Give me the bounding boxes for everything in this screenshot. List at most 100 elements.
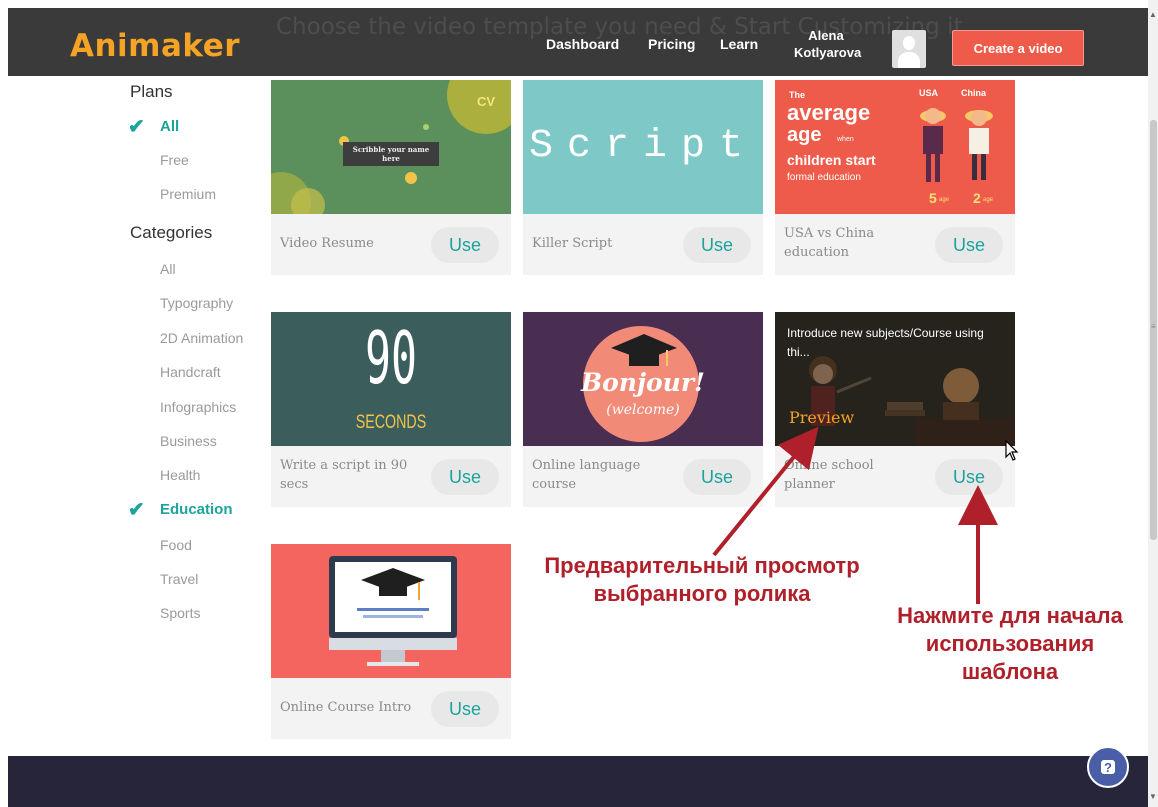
use-template-button[interactable]: Use bbox=[935, 459, 1003, 495]
top-navbar: Choose the video template you need & Sta… bbox=[8, 8, 1148, 76]
thumb-text: The bbox=[789, 90, 806, 100]
template-title: Online school planner bbox=[784, 458, 874, 492]
template-thumbnail[interactable]: Introduce new subjects/Course using thi.… bbox=[775, 312, 1015, 446]
scroll-down-arrow-icon[interactable]: ▼ bbox=[1149, 792, 1157, 801]
categories-heading: Categories bbox=[130, 223, 213, 242]
thumb-text: formal education bbox=[787, 172, 861, 183]
use-template-button[interactable]: Use bbox=[431, 227, 499, 263]
monitor-illustration bbox=[329, 556, 457, 666]
use-template-button[interactable]: Use bbox=[935, 227, 1003, 263]
avatar-shoulders bbox=[898, 52, 920, 68]
bonjour-text: Bonjour! bbox=[580, 368, 706, 397]
create-video-button[interactable]: Create a video bbox=[952, 30, 1084, 66]
category-business[interactable]: Business bbox=[160, 433, 217, 449]
card-footer: Online school planner Use bbox=[775, 446, 1015, 507]
template-card-90-secs: 90 SECONDS Write a script in 90 secs Use bbox=[271, 312, 511, 507]
category-2d-animation[interactable]: 2D Animation bbox=[160, 330, 243, 346]
category-travel[interactable]: Travel bbox=[160, 571, 198, 587]
nav-learn[interactable]: Learn bbox=[720, 36, 758, 52]
preview-annotation: Предварительный просмотр выбранного роли… bbox=[512, 552, 892, 608]
template-title: Write a script in 90 secs bbox=[280, 458, 408, 492]
template-thumbnail[interactable]: Script bbox=[523, 80, 763, 214]
template-thumbnail[interactable]: The average age when children start form… bbox=[775, 80, 1015, 214]
card-footer: Killer Script Use bbox=[523, 214, 763, 275]
big-number: 90 bbox=[364, 316, 418, 400]
page-heading-behind-header: Choose the video template you need & Sta… bbox=[276, 14, 963, 40]
use-template-button[interactable]: Use bbox=[683, 459, 751, 495]
template-thumbnail[interactable]: CV Scribble your name here bbox=[271, 80, 511, 214]
decor-dot bbox=[423, 124, 429, 130]
nav-pricing[interactable]: Pricing bbox=[648, 36, 695, 52]
template-card-video-resume: CV Scribble your name here Video Resume … bbox=[271, 80, 511, 275]
decor-circle bbox=[291, 188, 325, 214]
template-title: Video Resume bbox=[280, 236, 374, 251]
card-footer: Video Resume Use bbox=[271, 214, 511, 275]
thumb-text: average bbox=[787, 100, 871, 125]
template-title: Online language course bbox=[532, 458, 641, 492]
age-unit: age bbox=[939, 197, 950, 203]
age-unit: age bbox=[983, 197, 994, 203]
template-title: Killer Script bbox=[532, 236, 613, 251]
plan-all[interactable]: All bbox=[160, 118, 179, 135]
annotation-line: шаблона bbox=[961, 659, 1059, 684]
annotation-line: Нажмите для начала bbox=[897, 603, 1123, 628]
china-label: China bbox=[961, 88, 987, 98]
seconds-label: SECONDS bbox=[355, 412, 427, 433]
category-food[interactable]: Food bbox=[160, 537, 192, 553]
help-chat-button[interactable]: ? bbox=[1087, 746, 1129, 788]
preview-link[interactable]: Preview bbox=[789, 408, 854, 427]
template-thumbnail[interactable]: Bonjour! (welcome) bbox=[523, 312, 763, 446]
annotation-line: выбранного ролика bbox=[593, 581, 811, 606]
avatar[interactable] bbox=[892, 30, 926, 68]
plan-premium[interactable]: Premium bbox=[160, 186, 216, 202]
usa-label: USA bbox=[919, 88, 939, 98]
thumb-text: age bbox=[787, 124, 822, 146]
category-education[interactable]: Education bbox=[160, 501, 233, 518]
age-value: 2 bbox=[973, 190, 981, 206]
card-footer: USA vs China education Use bbox=[775, 214, 1015, 275]
preview-description: Introduce new subjects/Course using thi.… bbox=[787, 326, 984, 359]
category-handcraft[interactable]: Handcraft bbox=[160, 364, 221, 380]
card-footer: Online language course Use bbox=[523, 446, 763, 507]
category-typography[interactable]: Typography bbox=[160, 295, 233, 311]
template-thumbnail[interactable]: 90 SECONDS bbox=[271, 312, 511, 446]
category-infographics[interactable]: Infographics bbox=[160, 399, 236, 415]
mouse-pointer-icon bbox=[1005, 440, 1019, 461]
cv-label: CV bbox=[477, 94, 496, 109]
plan-free[interactable]: Free bbox=[160, 152, 189, 168]
use-template-button[interactable]: Use bbox=[431, 691, 499, 727]
animaker-logo[interactable]: Animaker bbox=[70, 28, 240, 64]
nav-dashboard[interactable]: Dashboard bbox=[546, 36, 619, 52]
template-title: USA vs China education bbox=[784, 226, 875, 260]
use-template-button[interactable]: Use bbox=[683, 227, 751, 263]
template-card-language-course: Bonjour! (welcome) Online language cours… bbox=[523, 312, 763, 507]
template-card-online-course-intro: Online Course Intro Use bbox=[271, 544, 511, 739]
user-first-name: Alena bbox=[808, 28, 844, 43]
card-footer: Online Course Intro Use bbox=[271, 678, 511, 739]
name-placeholder-box: Scribble your name here bbox=[343, 142, 439, 166]
template-card-school-planner: Introduce new subjects/Course using thi.… bbox=[775, 312, 1015, 507]
thumb-text: when bbox=[837, 136, 854, 143]
scroll-up-arrow-icon[interactable]: ▲ bbox=[1149, 10, 1157, 19]
decor-dot bbox=[405, 172, 417, 184]
scroll-grip-icon: ≡ bbox=[1151, 322, 1156, 331]
annotation-line: Предварительный просмотр bbox=[544, 553, 860, 578]
welcome-text: (welcome) bbox=[606, 402, 680, 418]
thumb-text: children start bbox=[787, 152, 876, 168]
graduation-cap-icon bbox=[611, 334, 677, 366]
template-card-killer-script: Script Killer Script Use bbox=[523, 80, 763, 275]
page-footer bbox=[8, 756, 1148, 807]
checkmark-icon: ✔ bbox=[128, 116, 145, 138]
plans-heading: Plans bbox=[130, 82, 173, 101]
use-template-button[interactable]: Use bbox=[431, 459, 499, 495]
avatar-head bbox=[903, 36, 915, 50]
use-annotation: Нажмите для начала использования шаблона bbox=[874, 602, 1146, 686]
user-last-name: Kotlyarova bbox=[794, 45, 862, 60]
category-health[interactable]: Health bbox=[160, 467, 200, 483]
help-icon: ? bbox=[1101, 760, 1115, 775]
category-sports[interactable]: Sports bbox=[160, 605, 200, 621]
user-name[interactable]: Alena Kotlyarova bbox=[794, 27, 862, 61]
template-thumbnail[interactable] bbox=[271, 544, 511, 678]
category-all[interactable]: All bbox=[160, 261, 176, 277]
age-value: 5 bbox=[929, 190, 937, 206]
